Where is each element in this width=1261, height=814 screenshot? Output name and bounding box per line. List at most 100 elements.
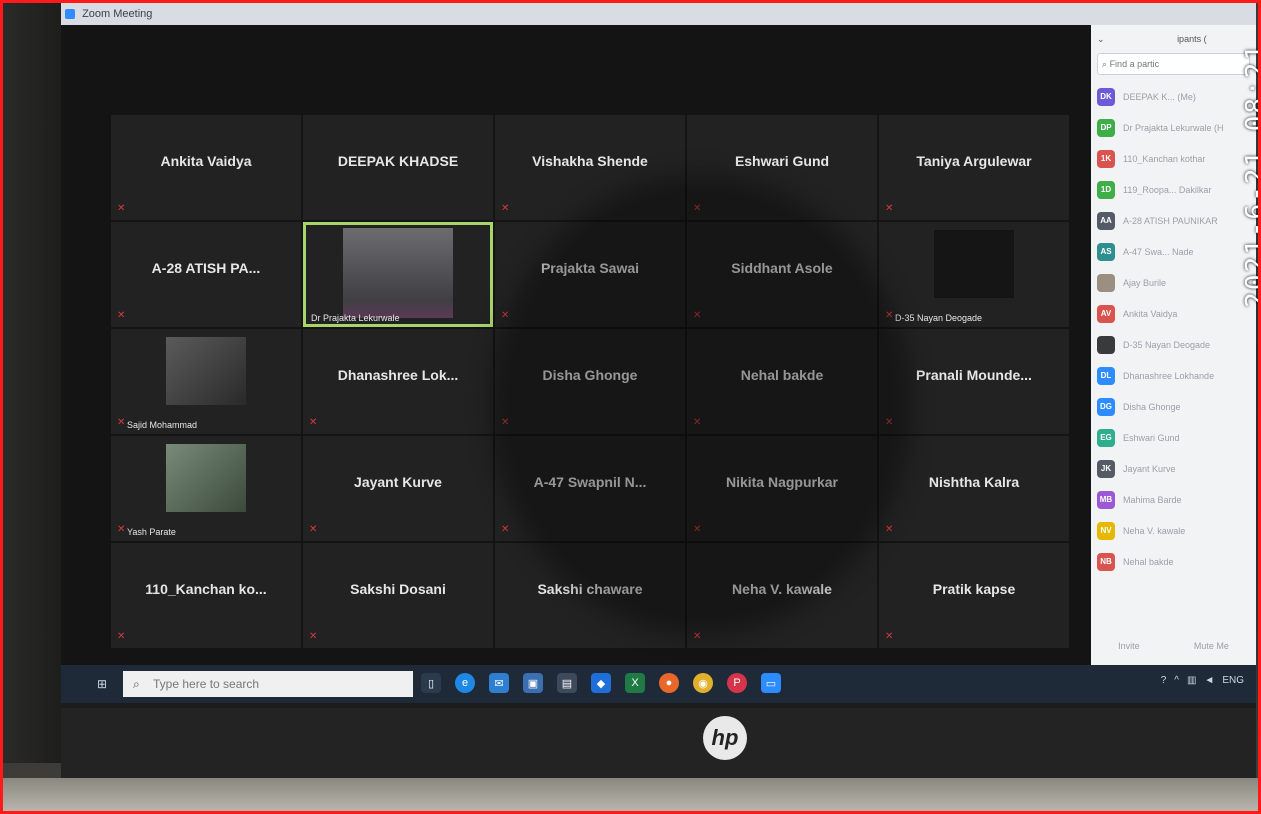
invite-button[interactable]: Invite [1118, 641, 1140, 651]
participant-list-item[interactable]: 1D 119_Roopa... Dakilkar [1091, 174, 1256, 205]
windows-start-icon[interactable]: ⊞ [97, 677, 111, 691]
participant-tile[interactable]: Disha Ghonge ✕ [495, 329, 685, 434]
participant-tile[interactable]: Eshwari Gund ✕ [687, 115, 877, 220]
participant-tile[interactable]: Dhanashree Lok... ✕ [303, 329, 493, 434]
participant-list-item[interactable]: NB Nehal bakde [1091, 546, 1256, 577]
participant-name: Prajakta Sawai [540, 260, 640, 276]
participant-list-item[interactable]: Ajay Burile [1091, 267, 1256, 298]
participant-name: A-47 Swapnil N... [533, 474, 647, 490]
participant-list-item[interactable]: DL Dhanashree Lokhande [1091, 360, 1256, 391]
participant-list-item[interactable]: DP Dr Prajakta Lekurwale (H [1091, 112, 1256, 143]
desk-surface [3, 778, 1258, 811]
mic-muted-icon: ✕ [885, 631, 894, 642]
participant-tile[interactable]: Nikita Nagpurkar ✕ [687, 436, 877, 541]
participant-video [343, 228, 453, 318]
participant-tile[interactable]: Pranali Mounde... ✕ [879, 329, 1069, 434]
participants-panel-title: ipants ( [1177, 34, 1207, 44]
participant-list-name: Disha Ghonge [1123, 401, 1181, 412]
participant-list-name: 119_Roopa... Dakilkar [1123, 184, 1212, 195]
edge-browser-icon[interactable]: e [455, 673, 475, 693]
participant-tile[interactable]: Sakshi chaware [495, 543, 685, 648]
taskbar-search-input[interactable]: ⌕ Type here to search [123, 671, 413, 697]
firefox-icon[interactable]: ● [659, 673, 679, 693]
participant-list-name: D-35 Nayan Deogade [1123, 339, 1211, 350]
excel-icon[interactable]: X [625, 673, 645, 693]
participant-list-item[interactable]: 1K 110_Kanchan kothar [1091, 143, 1256, 174]
network-icon[interactable]: ▥ [1187, 675, 1196, 686]
participant-tile[interactable]: Taniya Argulewar ✕ [879, 115, 1069, 220]
participant-list: DK DEEPAK K... (Me) DP Dr Prajakta Lekurwal… [1091, 81, 1256, 577]
participant-list-item[interactable]: DG Disha Ghonge [1091, 391, 1256, 422]
participant-list-name: DEEPAK K... (Me) [1123, 91, 1196, 102]
participants-panel-footer: Invite Mute Me [1091, 641, 1256, 651]
hp-logo: hp [703, 716, 747, 760]
participant-list-item[interactable]: AS A-47 Swa... Nade [1091, 236, 1256, 267]
avatar: AS [1097, 242, 1115, 261]
participant-search-input[interactable]: ⌕ Find a partic [1097, 53, 1250, 75]
search-icon: ⌕ [1102, 59, 1108, 69]
participant-list-item[interactable]: EG Eshwari Gund [1091, 422, 1256, 453]
participant-name: Taniya Argulewar [916, 153, 1032, 169]
participant-name: Eshwari Gund [734, 153, 830, 169]
participant-tile[interactable]: Ankita Vaidya ✕ [111, 115, 301, 220]
mute-me-button[interactable]: Mute Me [1194, 641, 1229, 651]
participant-list-name: Dr Prajakta Lekurwale (H [1123, 122, 1224, 133]
avatar: DL [1097, 366, 1115, 385]
participant-list-item[interactable]: JK Jayant Kurve [1091, 453, 1256, 484]
avatar: EG [1097, 428, 1115, 447]
participant-tile[interactable]: Vishakha Shende ✕ [495, 115, 685, 220]
participant-tile[interactable]: 110_Kanchan ko... ✕ [111, 543, 301, 648]
participant-list-item[interactable]: AA A-28 ATISH PAUNIKAR [1091, 205, 1256, 236]
participant-list-item[interactable]: DK DEEPAK K... (Me) [1091, 81, 1256, 112]
participant-tile[interactable]: ✕ D-35 Nayan Deogade [879, 222, 1069, 327]
participant-tile[interactable]: Siddhant Asole ✕ [687, 222, 877, 327]
participant-tile[interactable]: Jayant Kurve ✕ [303, 436, 493, 541]
window-title: Zoom Meeting [82, 8, 153, 20]
participant-tile[interactable]: Neha V. kawale ✕ [687, 543, 877, 648]
mail-icon[interactable]: ✉ [489, 673, 509, 693]
taskbar-search-placeholder: Type here to search [153, 677, 260, 691]
participant-name: A-28 ATISH PA... [151, 260, 261, 276]
participant-tile[interactable]: ✕ Sajid Mohammad [111, 329, 301, 434]
zoom-app-icon[interactable]: ▭ [761, 673, 781, 693]
avatar: 1K [1097, 149, 1115, 168]
participant-tile[interactable]: Nehal bakde ✕ [687, 329, 877, 434]
camera-icon[interactable]: ▣ [523, 673, 543, 693]
window-titlebar[interactable]: Zoom Meeting [61, 3, 1256, 25]
powerpoint-icon[interactable]: P [727, 673, 747, 693]
participant-tile[interactable]: DEEPAK KHADSE [303, 115, 493, 220]
participant-tile[interactable]: ✕ Yash Parate [111, 436, 301, 541]
participant-tile-active-speaker[interactable]: Dr Prajakta Lekurwale [303, 222, 493, 327]
participant-list-item[interactable]: MB Mahima Barde [1091, 484, 1256, 515]
participant-name: Nikita Nagpurkar [725, 474, 839, 490]
participant-list-name: Ankita Vaidya [1123, 308, 1178, 319]
participant-list-name: Dhanashree Lokhande [1123, 370, 1215, 381]
chrome-icon[interactable]: ◉ [693, 673, 713, 693]
mic-muted-icon: ✕ [885, 310, 894, 321]
mic-muted-icon: ✕ [117, 203, 126, 214]
participant-tile[interactable]: Nishtha Kalra ✕ [879, 436, 1069, 541]
participant-list-item[interactable]: AV Ankita Vaidya [1091, 298, 1256, 329]
participants-panel: ⌄ ipants ( ⌕ Find a partic DK DEEPAK K...… [1091, 25, 1256, 665]
participant-tile[interactable]: Sakshi Dosani ✕ [303, 543, 493, 648]
dropbox-icon[interactable]: ◆ [591, 673, 611, 693]
participant-tile[interactable]: A-28 ATISH PA... ✕ [111, 222, 301, 327]
participant-tile[interactable]: Prajakta Sawai ✕ [495, 222, 685, 327]
volume-icon[interactable]: ◄ [1204, 675, 1214, 686]
participant-name: 110_Kanchan ko... [145, 581, 267, 597]
language-indicator[interactable]: ENG [1222, 675, 1244, 686]
participant-tile[interactable]: Pratik kapse ✕ [879, 543, 1069, 648]
avatar [1097, 335, 1115, 354]
laptop-screen: Zoom Meeting Ankita Vaidya ✕ DEEPAK KHADS… [61, 3, 1258, 708]
task-view-icon[interactable]: ▯ [421, 673, 441, 693]
chevron-up-icon[interactable]: ^ [1174, 675, 1179, 686]
chevron-down-icon[interactable]: ⌄ [1097, 34, 1105, 44]
laptop-bezel-left [3, 3, 63, 763]
participant-name: Siddhant Asole [731, 260, 833, 276]
participant-list-item[interactable]: D-35 Nayan Deogade [1091, 329, 1256, 360]
participant-list-item[interactable]: NV Neha V. kawale [1091, 515, 1256, 546]
store-icon[interactable]: ▤ [557, 673, 577, 693]
participant-tile[interactable]: A-47 Swapnil N... ✕ [495, 436, 685, 541]
help-icon[interactable]: ? [1161, 675, 1167, 686]
participant-video-label: D-35 Nayan Deogade [895, 313, 983, 323]
